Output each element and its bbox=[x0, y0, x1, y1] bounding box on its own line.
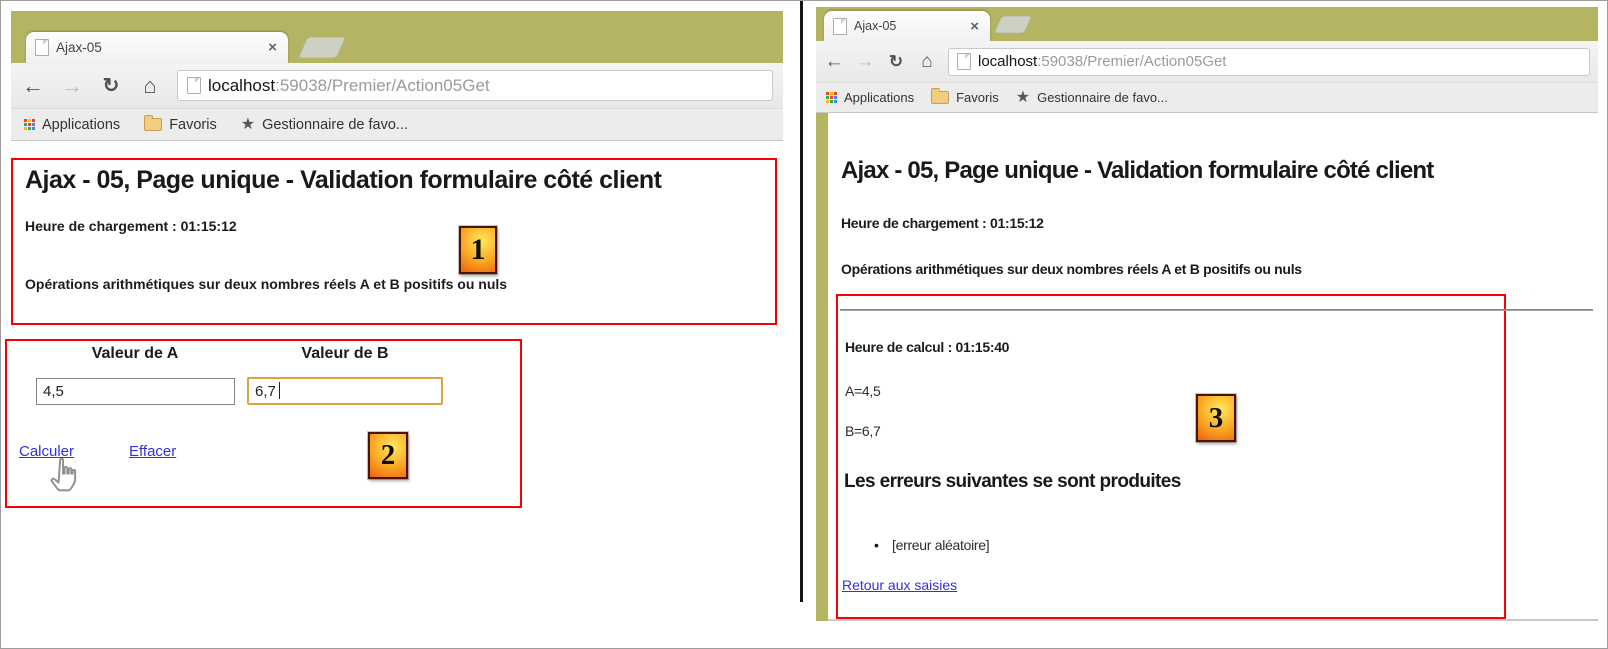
value-b-text: B=6,7 bbox=[845, 423, 880, 439]
bookmark-applications[interactable]: Applications bbox=[826, 90, 914, 105]
new-tab-button[interactable] bbox=[298, 37, 345, 58]
label-valeur-b: Valeur de B bbox=[247, 345, 443, 363]
annotation-badge-2: 2 bbox=[368, 432, 408, 479]
errors-heading: Les erreurs suivantes se sont produites bbox=[844, 471, 1181, 493]
input-valeur-b[interactable] bbox=[247, 377, 443, 405]
bookmark-label: Favoris bbox=[169, 117, 217, 133]
url-path: :59038/Premier/Action05Get bbox=[1037, 53, 1226, 70]
tab-title: Ajax-05 bbox=[56, 40, 266, 55]
bullet-icon: • bbox=[874, 537, 879, 553]
effacer-link[interactable]: Effacer bbox=[129, 443, 176, 460]
right-bookmarks-bar: Applications Favoris ★ Gestionnaire de f… bbox=[816, 83, 1598, 113]
left-tab[interactable]: Ajax-05 × bbox=[26, 32, 288, 63]
home-icon[interactable]: ⌂ bbox=[917, 52, 937, 71]
bookmark-favoris[interactable]: Favoris bbox=[931, 90, 999, 105]
page-icon bbox=[35, 39, 49, 56]
close-icon[interactable]: × bbox=[266, 40, 279, 55]
page-icon bbox=[187, 77, 201, 94]
bookmark-favoris[interactable]: Favoris bbox=[144, 117, 217, 133]
operations-text: Opérations arithmétiques sur deux nombre… bbox=[841, 261, 1302, 277]
page-title: Ajax - 05, Page unique - Validation form… bbox=[25, 166, 661, 195]
annotation-badge-3: 3 bbox=[1196, 394, 1236, 442]
right-toolbar: ← → ↻ ⌂ localhost:59038/Premier/Action05… bbox=[816, 41, 1598, 83]
star-icon: ★ bbox=[241, 117, 255, 133]
bookmark-label: Applications bbox=[844, 90, 914, 105]
bookmark-label: Favoris bbox=[956, 90, 999, 105]
calc-time-text: Heure de calcul : 01:15:40 bbox=[845, 339, 1009, 355]
folder-icon bbox=[931, 91, 949, 104]
back-icon[interactable]: ← bbox=[21, 75, 45, 97]
operations-text: Opérations arithmétiques sur deux nombre… bbox=[25, 276, 507, 292]
screenshot-divider bbox=[800, 1, 803, 602]
page-icon bbox=[833, 18, 847, 35]
bookmark-label: Applications bbox=[42, 117, 120, 133]
left-url-bar[interactable]: localhost:59038/Premier/Action05Get bbox=[177, 70, 773, 101]
tab-title: Ajax-05 bbox=[854, 19, 968, 33]
browser-window-left: Ajax-05 × ← → ↻ ⌂ localhost:59038/Premie… bbox=[11, 11, 783, 649]
reload-icon[interactable]: ↻ bbox=[886, 53, 906, 70]
new-tab-button[interactable] bbox=[994, 16, 1032, 33]
star-icon: ★ bbox=[1016, 90, 1030, 106]
page-title: Ajax - 05, Page unique - Validation form… bbox=[841, 157, 1433, 185]
text-caret bbox=[279, 382, 280, 399]
right-tab[interactable]: Ajax-05 × bbox=[824, 11, 990, 41]
bookmark-applications[interactable]: Applications bbox=[24, 117, 120, 133]
load-time-text: Heure de chargement : 01:15:12 bbox=[25, 218, 237, 234]
folder-icon bbox=[144, 118, 162, 131]
input-valeur-a[interactable] bbox=[36, 378, 235, 405]
screenshot-canvas: Ajax-05 × ← → ↻ ⌂ localhost:59038/Premie… bbox=[0, 0, 1608, 649]
hand-cursor-icon bbox=[45, 455, 85, 497]
apps-grid-icon bbox=[24, 119, 35, 130]
bookmark-gestionnaire[interactable]: ★ Gestionnaire de favo... bbox=[1016, 90, 1168, 106]
label-valeur-a: Valeur de A bbox=[36, 345, 234, 363]
right-titlebar: Ajax-05 × bbox=[816, 7, 1598, 41]
right-page-content: Ajax - 05, Page unique - Validation form… bbox=[828, 113, 1598, 621]
load-time-text: Heure de chargement : 01:15:12 bbox=[841, 215, 1044, 231]
right-url-bar[interactable]: localhost:59038/Premier/Action05Get bbox=[948, 48, 1590, 76]
forward-icon[interactable]: → bbox=[855, 52, 875, 71]
left-page-content: Ajax - 05, Page unique - Validation form… bbox=[11, 142, 783, 649]
home-icon[interactable]: ⌂ bbox=[138, 75, 162, 97]
browser-window-right: Ajax-05 × ← → ↻ ⌂ localhost:59038/Premie… bbox=[816, 7, 1598, 621]
forward-icon[interactable]: → bbox=[60, 75, 84, 97]
url-host: localhost bbox=[978, 53, 1037, 70]
url-path: :59038/Premier/Action05Get bbox=[275, 76, 490, 95]
left-titlebar: Ajax-05 × bbox=[11, 11, 783, 63]
back-icon[interactable]: ← bbox=[824, 52, 844, 71]
bookmark-gestionnaire[interactable]: ★ Gestionnaire de favo... bbox=[241, 117, 408, 133]
close-icon[interactable]: × bbox=[968, 19, 981, 34]
left-bookmarks-bar: Applications Favoris ★ Gestionnaire de f… bbox=[11, 109, 783, 141]
reload-icon[interactable]: ↻ bbox=[99, 76, 123, 96]
value-a-text: A=4,5 bbox=[845, 383, 880, 399]
bookmark-label: Gestionnaire de favo... bbox=[1037, 90, 1168, 105]
url-host: localhost bbox=[208, 76, 275, 95]
page-icon bbox=[957, 53, 971, 70]
annotation-badge-1: 1 bbox=[459, 226, 497, 274]
retour-link[interactable]: Retour aux saisies bbox=[842, 577, 957, 593]
bookmark-label: Gestionnaire de favo... bbox=[262, 117, 408, 133]
horizontal-rule bbox=[840, 309, 1593, 311]
left-toolbar: ← → ↻ ⌂ localhost:59038/Premier/Action05… bbox=[11, 63, 783, 109]
apps-grid-icon bbox=[826, 92, 837, 103]
error-list-item: [erreur aléatoire] bbox=[892, 537, 989, 553]
